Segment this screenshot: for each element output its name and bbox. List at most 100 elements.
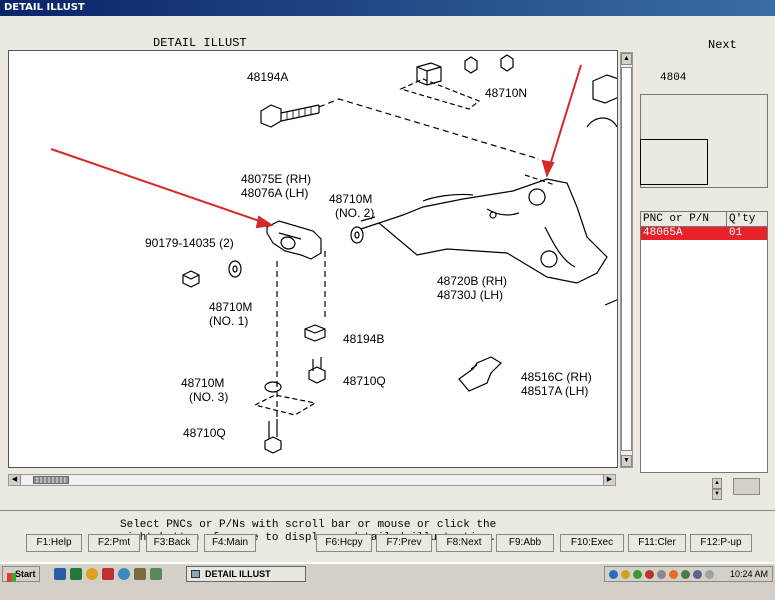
spinner-value-box[interactable] [733,478,760,495]
label-48730j: 48730J (LH) [437,288,503,302]
label-48194a: 48194A [247,70,288,84]
horizontal-scroll-thumb[interactable] [33,476,69,484]
cell-qty: 01 [729,227,743,239]
label-48517a: 48517A (LH) [521,384,588,398]
parts-table-header: PNC or P/N Q'ty [641,212,767,227]
f3-back-button[interactable]: F3:Back [146,534,198,552]
word-icon[interactable] [54,568,66,580]
spinner[interactable]: ▲ ▼ [712,478,722,500]
current-illust-code: 4804 [660,72,687,84]
washer-no1 [228,260,242,278]
task-label: DETAIL ILLUST [205,569,271,579]
taskbar: Start DETAIL ILLUST 10:24 AM [0,562,775,600]
label-48710q-2: 48710Q [183,426,226,440]
label-48710m-1: 48710M [209,300,252,314]
excel-icon[interactable] [70,568,82,580]
tray-icon-7[interactable] [681,570,690,579]
scroll-right-icon[interactable]: ▶ [603,475,615,485]
tool-icon[interactable] [134,568,146,580]
label-48710m-2: 48710M [329,192,372,206]
tray-icon-6[interactable] [669,570,678,579]
spinner-up-icon[interactable]: ▲ [712,478,722,489]
label-48710n: 48710N [485,86,527,100]
tray-icon-3[interactable] [633,570,642,579]
vertical-scrollbar[interactable]: ▲ ▼ [620,52,633,468]
label-48075e: 48075E (RH) [241,172,311,186]
quicklaunch-icon[interactable] [150,568,162,580]
bracket-48516c [458,356,502,392]
task-detail-illust[interactable]: DETAIL ILLUST [186,566,306,582]
ie-icon[interactable] [118,568,130,580]
lower-arm-48720b [377,178,608,284]
scroll-up-icon[interactable]: ▲ [621,53,632,65]
app-icon[interactable] [102,568,114,580]
f11-cler-button[interactable]: F11:Cler [628,534,686,552]
bolt-48194a-shape [260,104,282,128]
vertical-scroll-thumb[interactable] [621,67,632,451]
tray-icon-4[interactable] [645,570,654,579]
part-top-2 [464,56,478,74]
f2-pmt-button[interactable]: F2:Pmt [88,534,140,552]
nut-90179 [182,270,200,288]
tray-icon-2[interactable] [621,570,630,579]
cell-pn: 48065A [643,227,683,239]
browser-icon[interactable] [86,568,98,580]
label-48194b: 48194B [343,332,384,346]
instruction-line-1: Select PNCs or P/Ns with scroll bar or m… [120,519,497,531]
windows-logo-icon [7,573,16,582]
bolt-48710q-1 [308,357,326,384]
part-top-1 [416,62,442,86]
plate-lower [253,394,317,416]
f4-main-button[interactable]: F4:Main [204,534,256,552]
next-label[interactable]: Next [708,38,737,52]
label-48720b: 48720B (RH) [437,274,507,288]
detail-illust-label: DETAIL ILLUST [153,36,247,50]
parts-list-table[interactable]: PNC or P/N Q'ty 48065A 01 [640,211,768,473]
overview-viewport-box[interactable] [640,139,708,185]
tray-icon-5[interactable] [657,570,666,579]
speaker-icon[interactable] [705,570,714,579]
clock: 10:24 AM [729,569,768,579]
horizontal-scrollbar[interactable]: ◀ ▶ [8,474,616,486]
f12-p-up-button[interactable]: F12:P-up [690,534,752,552]
f9-abb-button[interactable]: F9:Abb [496,534,554,552]
label-no2: (NO. 2) [335,206,374,220]
f6-hcpy-button[interactable]: F6:Hcpy [316,534,372,552]
label-48710m-3: 48710M [181,376,224,390]
system-tray: 10:24 AM [604,566,773,582]
scroll-down-icon[interactable]: ▼ [621,455,632,467]
bolt-48710q-2 [264,419,282,454]
f1-help-button[interactable]: F1:Help [26,534,82,552]
function-key-bar: F1:Help F2:Pmt F3:Back F4:Main F6:Hcpy F… [0,534,775,554]
label-48516c: 48516C (RH) [521,370,592,384]
washer-no3 [264,381,282,393]
bracket-48075e [266,220,322,260]
tray-icon-1[interactable] [609,570,618,579]
main-window: DETAIL ILLUST Next 48194A 48710N 48075E … [0,16,775,562]
start-button[interactable]: Start [2,566,40,582]
parts-diagram[interactable]: 48194A 48710N 48075E (RH) 48076A (LH) 48… [9,51,618,468]
tray-icon-8[interactable] [693,570,702,579]
window-title: DETAIL ILLUST [0,0,775,16]
header-pnc: PNC or P/N [641,212,727,226]
arrow-right [546,64,582,176]
scroll-left-icon[interactable]: ◀ [9,475,21,485]
f7-prev-button[interactable]: F7:Prev [376,534,432,552]
part-top-3 [500,54,514,72]
label-48076a: 48076A (LH) [241,186,308,200]
header-qty: Q'ty [729,213,756,225]
illustration-panel[interactable]: 48194A 48710N 48075E (RH) 48076A (LH) 48… [8,50,618,468]
bolt-48194b [304,324,326,342]
part-right-top [592,74,617,104]
start-label: Start [15,569,36,579]
spinner-down-icon[interactable]: ▼ [712,489,722,500]
label-48710q-1: 48710Q [343,374,386,388]
f8-next-button[interactable]: F8:Next [436,534,492,552]
arrow-left [50,148,272,226]
window-icon [191,570,200,578]
label-no3: (NO. 3) [189,390,228,404]
f10-exec-button[interactable]: F10:Exec [560,534,624,552]
label-90179: 90179-14035 (2) [145,236,234,250]
table-row[interactable]: 48065A 01 [641,227,767,240]
label-no1: (NO. 1) [209,314,248,328]
